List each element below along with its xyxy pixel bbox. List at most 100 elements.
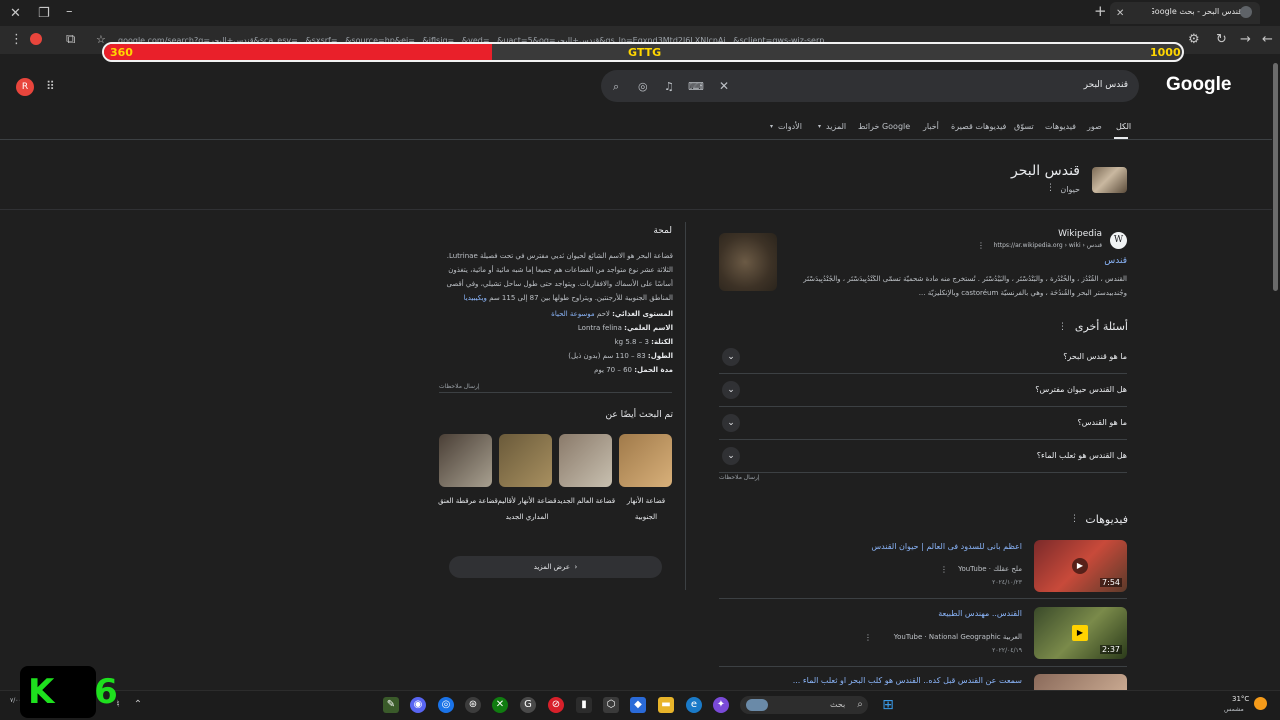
chevron-down-icon[interactable]: ⌄	[722, 447, 740, 465]
also-searched-image[interactable]	[439, 434, 492, 487]
chrome-icon[interactable]: ◎	[438, 697, 454, 713]
taskbar-search-label: بحث	[830, 700, 846, 709]
video-more-icon[interactable]: ⋮	[864, 633, 872, 642]
profile-icon[interactable]	[30, 33, 42, 45]
new-tab-icon[interactable]: +	[1094, 4, 1107, 19]
windows-start-icon[interactable]: ⊞	[880, 697, 896, 713]
google-logo[interactable]: Google	[1166, 74, 1231, 96]
paa-item[interactable]: ما هو القندس؟ ⌄	[719, 407, 1127, 440]
app-circle-icon[interactable]: ⊛	[465, 697, 481, 713]
tab-close-icon[interactable]: ✕	[1116, 7, 1124, 20]
clear-icon[interactable]: ✕	[719, 79, 729, 93]
chevron-down-icon[interactable]: ⌄	[722, 381, 740, 399]
also-searched-label[interactable]: قضاعة الأنهار الجنوبية	[616, 493, 676, 525]
fact-value: Lontra felina	[577, 324, 622, 332]
fact-row: المستوى الغذائي: لاحم موسوعة الحياة	[520, 310, 673, 318]
result-title-link[interactable]: قندس	[1060, 256, 1127, 266]
copilot-icon[interactable]: ✦	[713, 697, 729, 713]
also-searched-label[interactable]: قضاعة الأنهار لأقاليم المداري الجديد	[497, 493, 557, 525]
result-site-name[interactable]: Wikipedia	[1020, 229, 1102, 239]
folder-icon[interactable]: ▬	[658, 697, 674, 713]
tab-images[interactable]: صور	[1087, 122, 1102, 131]
app-pen-icon[interactable]: ✎	[383, 697, 399, 713]
settings-icon[interactable]: ⬡	[603, 697, 619, 713]
also-searched-image[interactable]	[619, 434, 672, 487]
show-more-button[interactable]: عرض المزيد ›	[449, 556, 662, 578]
tab-all[interactable]: الكل	[1116, 122, 1131, 131]
video-source: YouTube · National Geographic العربية	[893, 633, 1022, 641]
also-searched-label[interactable]: قضاعة مرقطة العنق	[438, 493, 498, 509]
also-searched-image[interactable]	[559, 434, 612, 487]
kp-divider	[439, 392, 672, 393]
tray-chevron-icon[interactable]: ⌃	[130, 697, 146, 713]
result-thumbnail[interactable]	[719, 233, 777, 291]
window-restore-icon[interactable]: ❐	[38, 7, 50, 20]
paa-item[interactable]: هل القندس حيوان مفترس؟ ⌄	[719, 374, 1127, 407]
avatar[interactable]: R	[16, 78, 34, 96]
tab-news[interactable]: أخبار	[923, 122, 939, 131]
xbox-icon[interactable]: ✕	[492, 697, 508, 713]
tab-short-videos[interactable]: فيديوهات قصيرة	[951, 122, 1006, 131]
weather-temp[interactable]: 31°C	[1232, 695, 1249, 703]
kp-heading: لمحة	[653, 226, 672, 236]
window-minimize-icon[interactable]: –	[66, 5, 73, 18]
also-searched-label[interactable]: قضاعة العالم الجديد	[556, 493, 616, 509]
window-close-icon[interactable]: ✕	[10, 7, 21, 20]
entity-subtitle: حيوان	[1060, 185, 1080, 194]
fact-label: الاسم العلمي:	[624, 324, 673, 332]
play-icon[interactable]: ▶	[1072, 558, 1088, 574]
overlay-center-label: GTTG	[628, 46, 662, 59]
paa-item[interactable]: هل القندس هو ثعلب الماء؟ ⌄	[719, 440, 1127, 473]
discord-icon[interactable]: ◉	[410, 697, 426, 713]
app-dark-icon[interactable]: ▮	[576, 697, 592, 713]
entity-title: قندس البحر	[1011, 163, 1080, 179]
feedback-link[interactable]: إرسال ملاحظات	[719, 474, 760, 481]
video-title-link[interactable]: سمعت عن القندس قبل كده.. القندس هو كلب ا…	[780, 676, 1022, 685]
lens-icon[interactable]: ◎	[638, 80, 648, 93]
feedback-link[interactable]: إرسال ملاحظات	[439, 383, 480, 390]
play-icon[interactable]: ▶	[1072, 625, 1088, 641]
paa-question: هل القندس هو ثعلب الماء؟	[1036, 451, 1127, 460]
tab-more[interactable]: المزيد	[826, 122, 846, 131]
tab-videos[interactable]: فيديوهات	[1045, 122, 1076, 131]
video-more-icon[interactable]: ⋮	[940, 565, 948, 574]
chevron-down-icon[interactable]: ⌄	[722, 414, 740, 432]
search-icon[interactable]: ⌕	[613, 80, 619, 94]
reload-icon[interactable]: ↻	[1216, 33, 1227, 46]
fact-source-link[interactable]: موسوعة الحياة	[551, 310, 595, 318]
edge-icon[interactable]: e	[686, 697, 702, 713]
video-title-link[interactable]: اعظم بانى للسدود فى العالم | حيوان القند…	[820, 542, 1022, 551]
forward-icon[interactable]: ←	[1262, 33, 1273, 46]
sun-icon	[1254, 697, 1267, 710]
extensions-icon[interactable]: ⧉	[66, 33, 75, 46]
tab-tools[interactable]: الأدوات	[778, 122, 802, 131]
video-title-link[interactable]: القندس.. مهندس الطبيعة	[860, 609, 1022, 618]
app-blue-icon[interactable]: ◆	[630, 697, 646, 713]
chevron-down-icon[interactable]: ⌄	[722, 348, 740, 366]
apps-grid-icon[interactable]: ⠿	[46, 79, 55, 93]
video-thumbnail[interactable]	[1034, 674, 1127, 690]
overlay-progress-fill	[104, 44, 493, 60]
entity-more-icon[interactable]: ⋮	[1046, 183, 1055, 193]
tab-maps[interactable]: خرائط Google	[858, 122, 910, 131]
site-settings-icon[interactable]: ⚙	[1188, 33, 1200, 46]
mic-icon[interactable]: ♫	[664, 80, 674, 93]
fact-row: الكتلة: 3 – 5.8 kg	[520, 338, 673, 346]
kp-source-link[interactable]: ويكيبيديا	[464, 294, 487, 302]
paa-more-icon[interactable]: ⋮	[1058, 322, 1067, 332]
search-input[interactable]: قندس البحر	[1040, 80, 1128, 90]
keyboard-icon[interactable]: ⌨	[688, 80, 704, 93]
video-thumbnail[interactable]: ▶ 2:37	[1034, 607, 1127, 659]
videos-more-icon[interactable]: ⋮	[1070, 514, 1079, 524]
menu-dots-icon[interactable]: ⋮	[10, 33, 23, 46]
also-searched-image[interactable]	[499, 434, 552, 487]
video-thumbnail[interactable]: ▶ 7:54	[1034, 540, 1127, 592]
scrollbar-thumb[interactable]	[1273, 63, 1278, 291]
paa-item[interactable]: ما هو قندس البحر؟ ⌄	[719, 341, 1127, 374]
app-g-icon[interactable]: G	[520, 697, 536, 713]
back-icon[interactable]: →	[1240, 33, 1251, 46]
app-red-icon[interactable]: ⊘	[548, 697, 564, 713]
entity-image[interactable]	[1092, 167, 1127, 193]
tab-shopping[interactable]: تسوّق	[1014, 122, 1034, 131]
result-more-icon[interactable]: ⋮	[977, 241, 985, 250]
